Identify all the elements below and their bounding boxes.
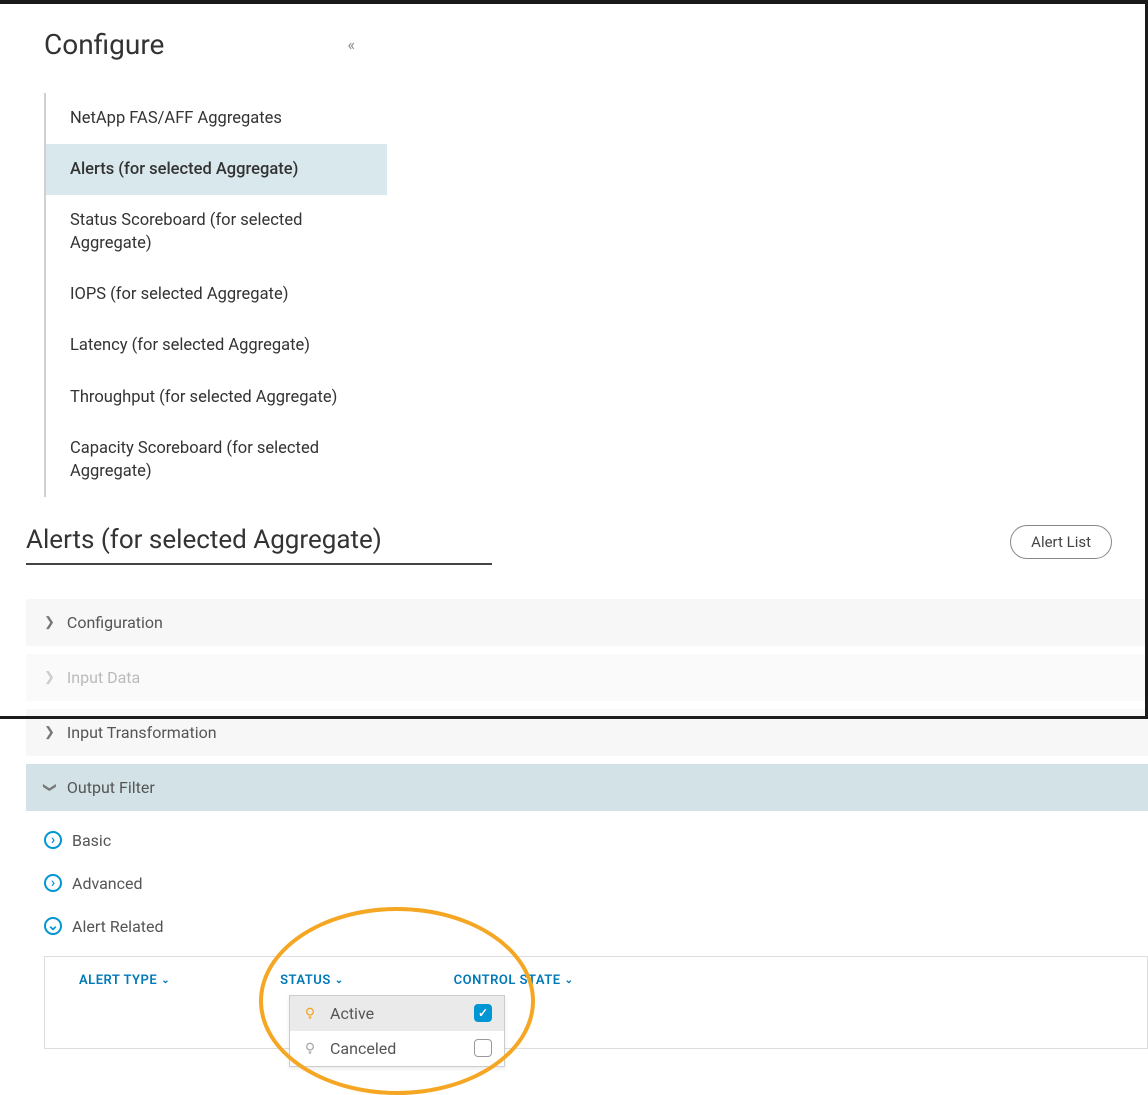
main-header: Alerts (for selected Aggregate) Alert Li… [0,525,1148,565]
section-label: Input Transformation [67,723,217,742]
alert-list-button[interactable]: Alert List [1010,525,1112,559]
section-label: Configuration [67,613,163,632]
circle-chevron-right-icon [44,874,62,892]
caret-down-icon: ⌄ [565,975,574,986]
caret-down-icon: ⌄ [161,975,170,986]
sidebar-items: NetApp FAS/AFF Aggregates Alerts (for se… [44,93,387,497]
caret-down-icon: ⌄ [335,975,344,986]
chevron-right-icon: ❯ [44,615,55,630]
sub-option-alert-related[interactable]: Alert Related [0,905,1148,948]
circle-chevron-right-icon [44,831,62,849]
chevron-down-icon: ❯ [42,782,57,793]
column-control-state[interactable]: CONTROL STATE ⌄ [454,973,574,988]
sub-option-label: Alert Related [72,917,164,936]
circle-chevron-down-icon [44,917,62,935]
column-alert-type[interactable]: ALERT TYPE ⌄ [79,973,170,988]
section-label: Input Data [67,668,140,687]
checkbox-unchecked[interactable] [474,1039,492,1057]
bulb-on-icon [302,1005,318,1021]
filter-table: ALERT TYPE ⌄ STATUS ⌄ CONTROL STATE ⌄ Ac… [44,956,1148,1049]
collapse-sidebar-icon[interactable]: « [347,35,355,54]
status-option-label: Canceled [330,1039,462,1058]
sidebar-item-netapp-aggregates[interactable]: NetApp FAS/AFF Aggregates [46,93,387,144]
chevron-right-icon: ❯ [44,725,55,740]
sidebar-item-capacity-scoreboard[interactable]: Capacity Scoreboard (for selected Aggreg… [46,423,387,497]
window-border-bottom [0,716,1148,719]
bulb-off-icon [302,1040,318,1056]
section-label: Output Filter [67,778,155,797]
section-input-data: ❯ Input Data [26,654,1148,701]
sidebar: Configure « NetApp FAS/AFF Aggregates Al… [0,4,387,497]
filter-headers: ALERT TYPE ⌄ STATUS ⌄ CONTROL STATE ⌄ [59,973,1133,988]
column-status[interactable]: STATUS ⌄ [280,973,344,988]
sidebar-header: Configure « [0,28,387,61]
sidebar-item-throughput[interactable]: Throughput (for selected Aggregate) [46,372,387,423]
sidebar-item-iops[interactable]: IOPS (for selected Aggregate) [46,269,387,320]
section-output-filter[interactable]: ❯ Output Filter [26,764,1148,811]
status-option-label: Active [330,1004,462,1023]
checkbox-checked[interactable] [474,1004,492,1022]
page-title: Alerts (for selected Aggregate) [26,525,492,565]
sub-option-label: Advanced [72,874,143,893]
sidebar-item-latency[interactable]: Latency (for selected Aggregate) [46,320,387,371]
sidebar-item-status-scoreboard[interactable]: Status Scoreboard (for selected Aggregat… [46,195,387,269]
chevron-right-icon: ❯ [44,670,55,685]
status-dropdown: Active Canceled [289,995,505,1067]
main-panel: Alerts (for selected Aggregate) Alert Li… [0,497,1148,1049]
sidebar-item-alerts[interactable]: Alerts (for selected Aggregate) [46,144,387,195]
sub-option-advanced[interactable]: Advanced [0,862,1148,905]
sidebar-title: Configure [44,28,164,61]
sub-option-basic[interactable]: Basic [0,819,1148,862]
status-option-canceled[interactable]: Canceled [290,1031,504,1066]
section-configuration[interactable]: ❯ Configuration [26,599,1148,646]
status-option-active[interactable]: Active [290,996,504,1031]
sub-option-label: Basic [72,831,111,850]
